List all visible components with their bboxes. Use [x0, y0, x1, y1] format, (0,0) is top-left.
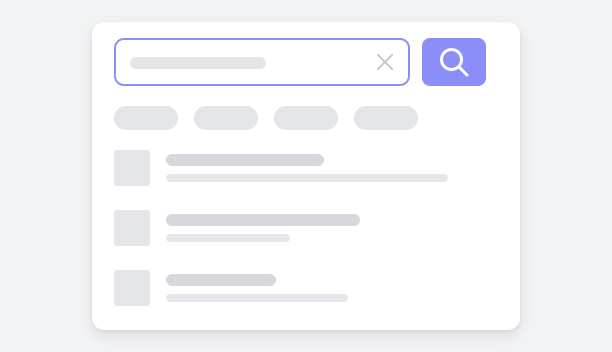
result-thumbnail	[114, 270, 150, 306]
close-icon	[377, 54, 393, 70]
result-thumbnail	[114, 150, 150, 186]
result-item[interactable]	[114, 210, 454, 246]
result-item[interactable]	[114, 150, 454, 186]
result-subtitle	[166, 174, 448, 182]
search-input-placeholder-skeleton	[130, 57, 266, 69]
search-button[interactable]	[422, 38, 486, 86]
filter-chip[interactable]	[354, 106, 418, 130]
result-title	[166, 154, 324, 166]
result-title	[166, 274, 276, 286]
result-title	[166, 214, 360, 226]
result-subtitle	[166, 234, 290, 242]
search-card	[92, 22, 520, 330]
search-icon	[440, 48, 469, 77]
filter-chip[interactable]	[274, 106, 338, 130]
filter-chip[interactable]	[194, 106, 258, 130]
search-bar	[114, 38, 486, 86]
result-subtitle	[166, 294, 348, 302]
result-item[interactable]	[114, 270, 454, 306]
filter-chip[interactable]	[114, 106, 178, 130]
clear-search-button[interactable]	[374, 51, 396, 73]
search-input[interactable]	[114, 38, 410, 86]
filter-chips	[114, 106, 434, 130]
result-thumbnail	[114, 210, 150, 246]
